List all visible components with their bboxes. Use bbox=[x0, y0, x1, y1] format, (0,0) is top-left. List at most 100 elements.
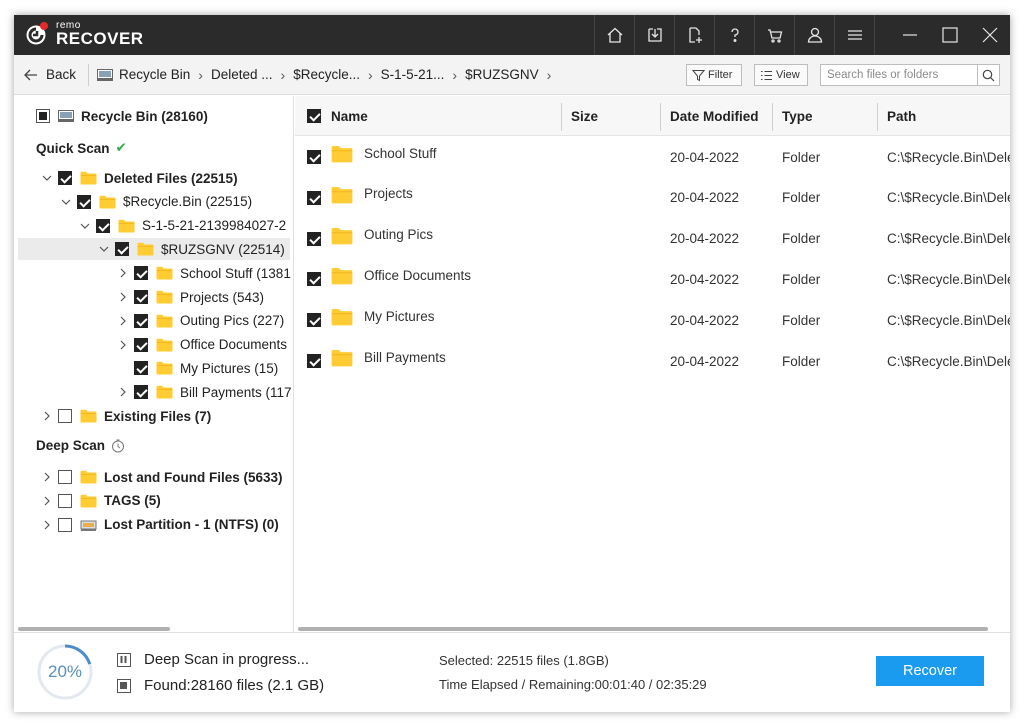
row-checkbox[interactable] bbox=[307, 354, 321, 368]
breadcrumb-item[interactable]: $Recycle... bbox=[293, 67, 360, 82]
column-header-type[interactable]: Type bbox=[782, 96, 813, 136]
pause-button[interactable] bbox=[117, 653, 131, 667]
cell-name: School Stuff bbox=[364, 145, 437, 161]
breadcrumb-item[interactable]: Recycle Bin bbox=[119, 67, 190, 82]
chevron-right-icon: › bbox=[280, 66, 286, 83]
checkbox[interactable] bbox=[134, 290, 148, 304]
column-divider[interactable] bbox=[561, 103, 562, 131]
row-checkbox[interactable] bbox=[307, 150, 321, 164]
stop-button[interactable] bbox=[117, 679, 131, 693]
chevron-right-icon[interactable] bbox=[42, 520, 52, 530]
help-button[interactable] bbox=[714, 15, 754, 55]
checkbox[interactable] bbox=[58, 409, 72, 423]
breadcrumb-item[interactable]: $RUZSGNV bbox=[465, 67, 539, 82]
column-divider[interactable] bbox=[772, 103, 773, 131]
search-button[interactable] bbox=[977, 65, 999, 85]
new-file-button[interactable] bbox=[674, 15, 714, 55]
cell-date-modified: 20-04-2022 bbox=[670, 312, 740, 328]
table-row[interactable]: School Stuff 20-04-2022 Folder C:\$Recycle.… bbox=[295, 137, 1010, 177]
chevron-down-icon[interactable] bbox=[99, 244, 109, 254]
minimize-button[interactable] bbox=[890, 15, 930, 55]
tree-item[interactable]: S-1-5-21-2139984027-2 bbox=[80, 215, 286, 237]
tree-item[interactable]: Deleted Files (22515) bbox=[42, 167, 238, 189]
tree-item[interactable]: Existing Files (7) bbox=[42, 405, 211, 427]
breadcrumb-item[interactable]: Deleted ... bbox=[211, 67, 273, 82]
chevron-right-icon[interactable] bbox=[118, 340, 128, 350]
chevron-right-icon[interactable] bbox=[118, 316, 128, 326]
filter-button[interactable]: Filter bbox=[686, 64, 742, 86]
menu-button[interactable] bbox=[834, 15, 874, 55]
tree-item[interactable]: $Recycle.Bin (22515) bbox=[61, 191, 252, 213]
checkbox[interactable] bbox=[134, 337, 148, 352]
download-button[interactable] bbox=[634, 15, 674, 55]
checkbox[interactable] bbox=[134, 361, 148, 376]
breadcrumb-item[interactable]: S-1-5-21... bbox=[381, 67, 445, 82]
search-input[interactable] bbox=[821, 65, 971, 85]
column-header-size[interactable]: Size bbox=[571, 96, 598, 136]
checkbox[interactable] bbox=[58, 171, 72, 185]
tree-item[interactable]: Outing Pics (227) bbox=[118, 310, 284, 332]
table-horizontal-scrollbar[interactable] bbox=[298, 627, 988, 631]
chevron-down-icon[interactable] bbox=[80, 221, 90, 231]
table-row[interactable]: Bill Payments 20-04-2022 Folder C:\$Recycle… bbox=[295, 341, 1010, 381]
progress-percent: 20% bbox=[47, 662, 83, 681]
checkbox[interactable] bbox=[36, 109, 50, 123]
view-button[interactable]: View bbox=[754, 64, 808, 86]
column-header-path[interactable]: Path bbox=[887, 96, 916, 136]
chevron-right-icon[interactable] bbox=[118, 387, 128, 397]
title-bar: remo RECOVER bbox=[14, 15, 1010, 55]
cart-button[interactable] bbox=[754, 15, 794, 55]
tree-item[interactable]: Lost and Found Files (5633) bbox=[42, 466, 283, 488]
table-row[interactable]: Projects 20-04-2022 Folder C:\$Recycle.Bin\… bbox=[295, 178, 1010, 218]
deep-scan-header: Deep Scan bbox=[36, 438, 125, 453]
tree-item[interactable]: Office Documents bbox=[118, 334, 287, 356]
tree-item[interactable]: Projects (543) bbox=[118, 286, 264, 308]
checkbox[interactable] bbox=[77, 194, 91, 209]
row-checkbox[interactable] bbox=[307, 313, 321, 328]
column-divider[interactable] bbox=[660, 103, 661, 131]
tree-root-recycle-bin[interactable]: Recycle Bin (28160) bbox=[36, 105, 208, 127]
table-row[interactable]: Office Documents 20-04-2022 Folder C:\$Recy… bbox=[295, 259, 1010, 299]
row-checkbox[interactable] bbox=[307, 190, 321, 205]
tree-item[interactable]: Lost Partition - 1 (NTFS) (0) bbox=[42, 514, 279, 536]
table-header: Name Size Date Modified Type Path bbox=[295, 96, 1010, 136]
row-checkbox[interactable] bbox=[307, 272, 321, 287]
checkbox[interactable] bbox=[115, 242, 129, 257]
table-row[interactable]: My Pictures 20-04-2022 Folder C:\$Recycle.B… bbox=[295, 300, 1010, 340]
column-header-date-modified[interactable]: Date Modified bbox=[670, 96, 759, 136]
chevron-down-icon[interactable] bbox=[42, 173, 52, 183]
select-all-checkbox[interactable] bbox=[307, 109, 321, 123]
column-divider[interactable] bbox=[877, 103, 878, 131]
chevron-right-icon[interactable] bbox=[118, 292, 128, 302]
found-label: Found: bbox=[144, 677, 191, 694]
tree-item[interactable]: School Stuff (1381 bbox=[118, 262, 291, 284]
chevron-right-icon[interactable] bbox=[42, 472, 52, 482]
checkbox[interactable] bbox=[58, 470, 72, 484]
table-row[interactable]: Outing Pics 20-04-2022 Folder C:\$Recycle.B… bbox=[295, 219, 1010, 259]
folder-icon bbox=[80, 171, 97, 185]
chevron-right-icon[interactable] bbox=[42, 496, 52, 506]
close-button[interactable] bbox=[970, 15, 1010, 55]
tree-item[interactable]: My Pictures (15) bbox=[118, 357, 278, 379]
checkbox[interactable] bbox=[134, 385, 148, 400]
chevron-down-icon[interactable] bbox=[61, 197, 71, 207]
tree-item[interactable]: $RUZSGNV (22514) bbox=[18, 238, 290, 261]
checkbox[interactable] bbox=[134, 266, 148, 281]
home-button[interactable] bbox=[594, 15, 634, 55]
remo-recover-logo: remo RECOVER bbox=[24, 21, 144, 47]
tree-item[interactable]: Bill Payments (117 bbox=[118, 381, 292, 403]
checkbox[interactable] bbox=[96, 218, 110, 233]
user-button[interactable] bbox=[794, 15, 834, 55]
column-header-name[interactable]: Name bbox=[331, 96, 368, 136]
row-checkbox[interactable] bbox=[307, 231, 321, 246]
checkbox[interactable] bbox=[58, 493, 72, 508]
tree-horizontal-scrollbar[interactable] bbox=[18, 627, 170, 631]
checkbox[interactable] bbox=[134, 313, 148, 328]
checkbox[interactable] bbox=[58, 517, 72, 532]
chevron-right-icon[interactable] bbox=[42, 411, 52, 421]
back-button[interactable]: Back bbox=[24, 67, 76, 82]
recover-button[interactable]: Recover bbox=[876, 656, 984, 686]
maximize-button[interactable] bbox=[930, 15, 970, 55]
chevron-right-icon[interactable] bbox=[118, 268, 128, 278]
tree-item[interactable]: TAGS (5) bbox=[42, 490, 161, 512]
